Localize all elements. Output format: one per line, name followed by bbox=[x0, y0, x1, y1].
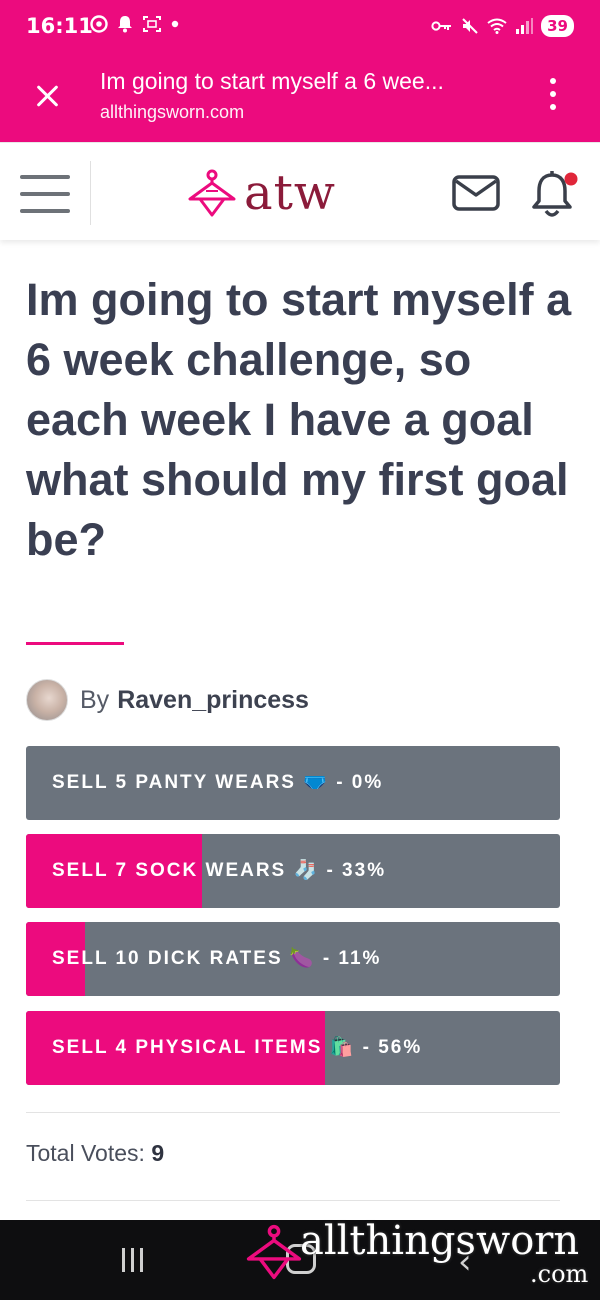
logo-text: atw bbox=[244, 165, 336, 221]
screenshot-icon bbox=[143, 16, 161, 32]
site-header: atw bbox=[0, 142, 600, 240]
more-options-icon[interactable] bbox=[548, 78, 558, 112]
header-divider bbox=[90, 161, 91, 225]
poll-option-label: SELL 10 DICK RATES 🍆 - 11% bbox=[52, 948, 382, 969]
status-bar: 16:11 39 bbox=[0, 0, 600, 56]
signal-icon bbox=[516, 18, 534, 34]
poll-option[interactable]: SELL 10 DICK RATES 🍆 - 11% bbox=[26, 922, 560, 996]
divider bbox=[26, 1200, 560, 1201]
chrome-icon bbox=[90, 15, 108, 33]
wifi-icon bbox=[487, 18, 507, 34]
by-label: By bbox=[80, 685, 110, 714]
title-underline bbox=[26, 642, 124, 645]
author-name[interactable]: Raven_princess bbox=[117, 686, 309, 715]
notification-bell-icon bbox=[118, 16, 132, 33]
system-nav-bar: ‹ bbox=[0, 1220, 600, 1300]
total-votes-count: 9 bbox=[151, 1140, 165, 1166]
hanger-logo-icon bbox=[188, 169, 236, 217]
site-logo[interactable]: atw bbox=[186, 165, 336, 221]
notification-bell-icon[interactable] bbox=[530, 169, 578, 221]
page-title: Im going to start myself a 6 week challe… bbox=[26, 274, 572, 565]
poll-option-label: SELL 4 PHYSICAL ITEMS 🛍️ - 56% bbox=[52, 1037, 423, 1058]
status-time: 16:11 bbox=[26, 14, 93, 38]
mail-icon[interactable] bbox=[452, 175, 500, 211]
tab-url: allthingsworn.com bbox=[100, 102, 245, 122]
status-icons-right: 39 bbox=[431, 15, 574, 37]
dot-icon bbox=[171, 20, 179, 28]
author-row: By Raven_princess bbox=[26, 678, 309, 722]
avatar[interactable] bbox=[26, 679, 68, 721]
battery-indicator: 39 bbox=[541, 15, 574, 37]
total-votes-label: Total Votes: bbox=[26, 1140, 145, 1166]
hamburger-menu-icon[interactable] bbox=[20, 175, 70, 213]
tab-title: Im going to start myself a 6 wee... bbox=[100, 68, 444, 94]
poll-option[interactable]: SELL 4 PHYSICAL ITEMS 🛍️ - 56% bbox=[26, 1011, 560, 1085]
vpn-key-icon bbox=[431, 21, 452, 31]
poll-option-label: SELL 5 PANTY WEARS 🩲 - 0% bbox=[52, 772, 384, 793]
close-icon[interactable] bbox=[30, 80, 64, 114]
poll-option[interactable]: SELL 5 PANTY WEARS 🩲 - 0% bbox=[26, 746, 560, 820]
poll-option-label: SELL 7 SOCK WEARS 🧦 - 33% bbox=[52, 860, 387, 881]
mute-icon bbox=[462, 18, 478, 34]
browser-tab-bar: Im going to start myself a 6 wee... allt… bbox=[0, 56, 600, 142]
total-votes: Total Votes: 9 bbox=[26, 1140, 164, 1167]
divider bbox=[26, 1112, 560, 1113]
poll-option[interactable]: SELL 7 SOCK WEARS 🧦 - 33% bbox=[26, 834, 560, 908]
home-icon[interactable] bbox=[286, 1244, 316, 1274]
recent-apps-icon[interactable] bbox=[120, 1248, 146, 1272]
back-icon[interactable]: ‹ bbox=[458, 1242, 472, 1282]
status-icons-left bbox=[90, 15, 179, 33]
